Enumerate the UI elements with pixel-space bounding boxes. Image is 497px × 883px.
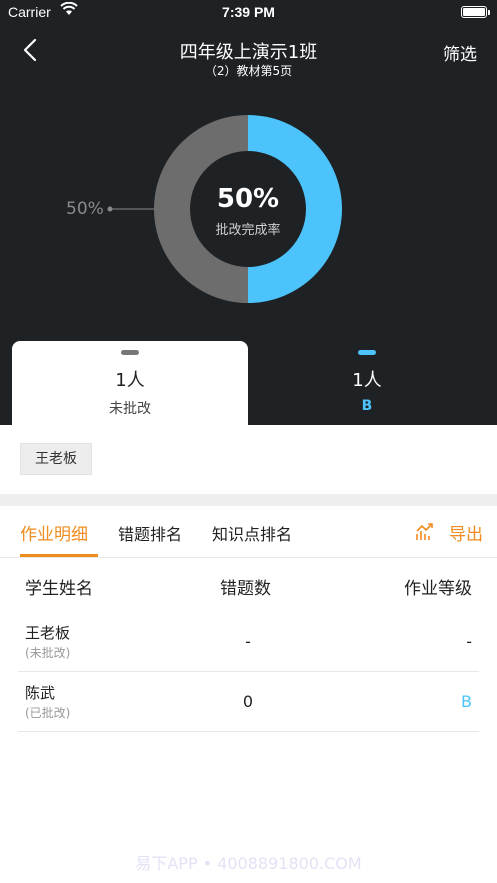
completion-rate-label: 批改完成率 bbox=[215, 223, 281, 238]
student-name: 王老板 bbox=[25, 624, 71, 642]
ungraded-count: 1人 bbox=[115, 370, 145, 391]
grade-b-count: 1人 bbox=[352, 370, 382, 391]
header-error-count: 错题数 bbox=[220, 579, 271, 599]
grading-status: (未批改) bbox=[25, 646, 71, 660]
student-name: 陈武 bbox=[25, 684, 56, 702]
tab-knowledge-ranking[interactable]: 知识点排名 bbox=[212, 521, 292, 545]
grade-value: B bbox=[461, 692, 472, 711]
table-header: 学生姓名 错题数 作业等级 bbox=[0, 558, 497, 612]
grading-status: (已批改) bbox=[25, 706, 71, 720]
grade-value: - bbox=[466, 632, 472, 651]
header-panel: Carrier 7:39 PM 四年级上演示1班 （2）教材第5页 筛选 50%… bbox=[0, 0, 497, 425]
grade-b-label: B bbox=[361, 398, 373, 414]
pending-percent-label: 50% bbox=[66, 199, 104, 219]
status-pill bbox=[358, 350, 376, 355]
tab-error-ranking[interactable]: 错题排名 bbox=[118, 521, 182, 545]
completion-donut-chart bbox=[107, 115, 342, 303]
detail-tabs: 作业明细 错题排名 知识点排名 导出 bbox=[0, 506, 497, 558]
tab-homework-detail[interactable]: 作业明细 bbox=[20, 520, 88, 545]
completion-rate-value: 50% bbox=[216, 184, 280, 214]
table-row[interactable]: 王老板 (未批改) - - bbox=[18, 612, 479, 672]
active-tab-indicator bbox=[20, 554, 98, 557]
export-button[interactable]: 导出 bbox=[449, 520, 483, 545]
tab-grade-b[interactable]: 1人 B bbox=[249, 341, 485, 425]
header-student-name: 学生姓名 bbox=[25, 579, 93, 599]
section-divider bbox=[0, 494, 497, 506]
tab-ungraded[interactable]: 1人 未批改 bbox=[12, 341, 248, 425]
export-icon[interactable] bbox=[415, 522, 435, 542]
ungraded-label: 未批改 bbox=[109, 401, 151, 417]
student-chip[interactable]: 王老板 bbox=[20, 443, 92, 475]
side-pointer-dot bbox=[107, 206, 113, 212]
header-grade: 作业等级 bbox=[404, 579, 472, 599]
error-count: - bbox=[245, 632, 251, 651]
watermark: 易下APP • 4008891800.COM bbox=[135, 854, 362, 873]
error-count: 0 bbox=[242, 692, 254, 711]
status-pill bbox=[121, 350, 139, 355]
table-row[interactable]: 陈武 (已批改) 0 B bbox=[18, 672, 479, 732]
